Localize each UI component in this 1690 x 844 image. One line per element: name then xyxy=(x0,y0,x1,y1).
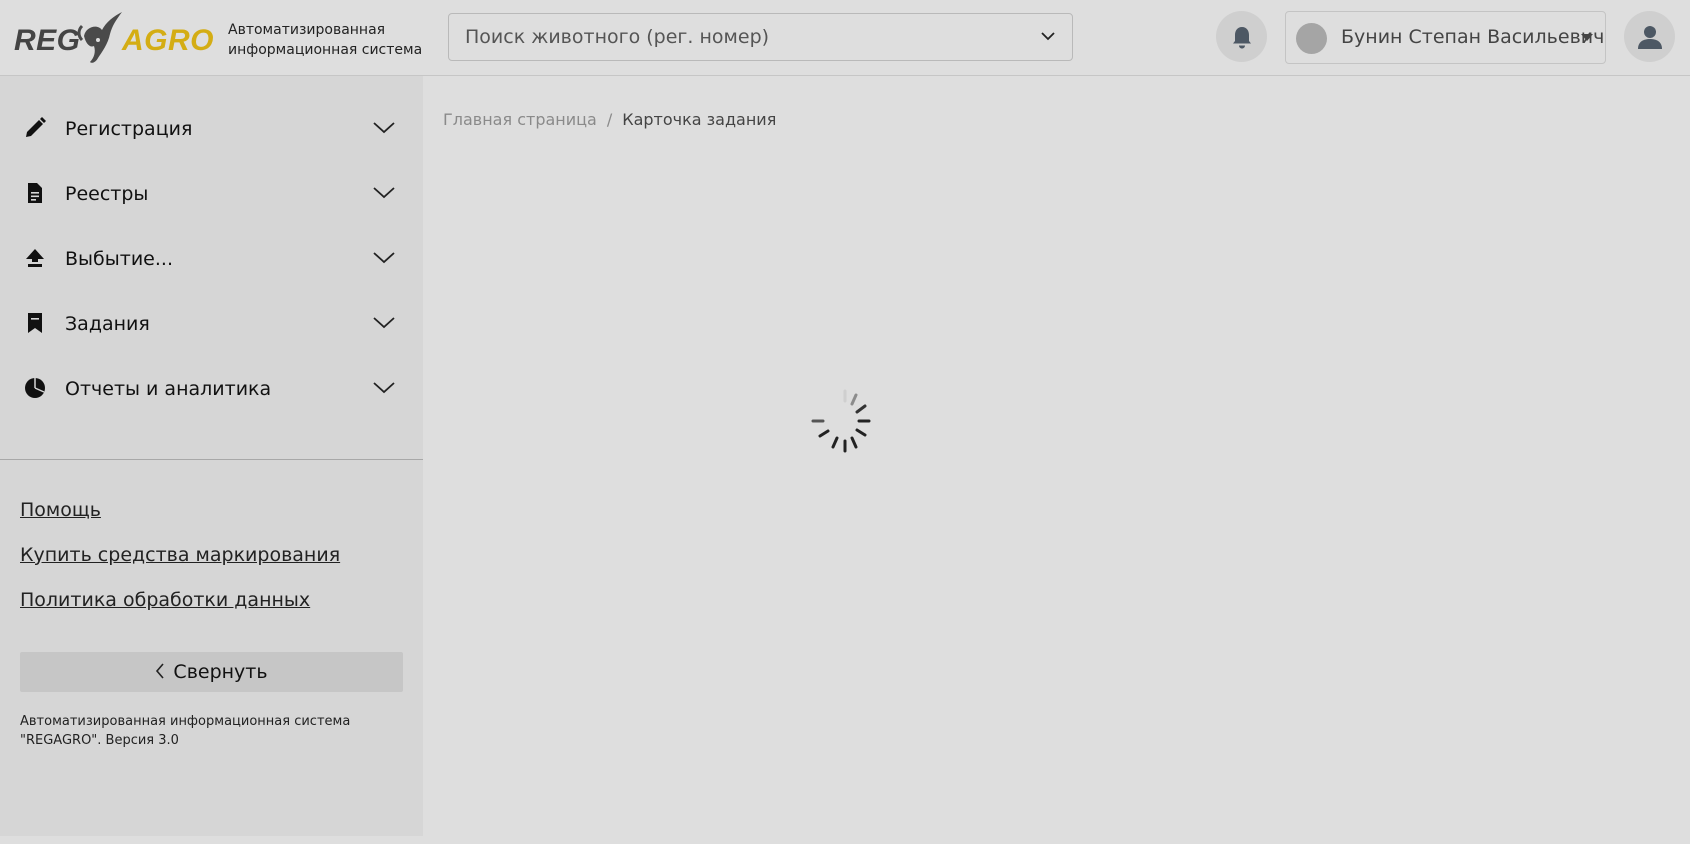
subtitle-line-2: информационная система xyxy=(228,42,423,58)
chevron-left-icon xyxy=(156,663,165,679)
caret-down-icon xyxy=(1581,34,1593,41)
sidebar-item-registries[interactable]: Реестры xyxy=(0,162,423,227)
search-placeholder: Поиск животного (рег. номер) xyxy=(465,26,770,48)
bell-icon xyxy=(1232,26,1251,48)
sidebar-item-label: Отчеты и аналитика xyxy=(65,378,272,400)
sidebar-item-label: Реестры xyxy=(65,183,149,205)
breadcrumb-separator: / xyxy=(606,110,613,129)
subtitle-line-1: Автоматизированная xyxy=(228,22,386,38)
chevron-down-icon xyxy=(373,122,395,134)
user-name: Бунин Степан Васильевич xyxy=(1341,26,1605,48)
footer-line-1: Автоматизированная информационная систем… xyxy=(20,714,351,729)
sidebar-item-label: Задания xyxy=(65,313,150,335)
animal-search-select[interactable]: Поиск животного (рег. номер) xyxy=(448,13,1073,61)
sidebar: Регистрация Реестры Выбытие... Задания О… xyxy=(0,76,423,836)
document-icon xyxy=(28,183,42,203)
sidebar-item-reports[interactable]: Отчеты и аналитика xyxy=(0,357,423,422)
buy-marking-link[interactable]: Купить средства маркирования xyxy=(20,544,340,566)
upload-arrow-icon xyxy=(26,249,44,267)
user-icon xyxy=(1637,25,1662,49)
user-menu-dropdown[interactable]: Бунин Степан Васильевич xyxy=(1285,11,1606,64)
header: REG AGRO Автоматизированная информационн… xyxy=(0,0,1690,76)
loading-spinner-icon xyxy=(811,389,871,453)
pie-chart-icon xyxy=(25,378,45,398)
collapse-label: Свернуть xyxy=(173,661,268,683)
breadcrumb-home-link[interactable]: Главная страница xyxy=(443,110,597,129)
app-version-text: Автоматизированная информационная систем… xyxy=(20,712,400,750)
logo-text-reg: REG xyxy=(14,24,81,57)
profile-button[interactable] xyxy=(1624,11,1675,62)
sidebar-item-tasks[interactable]: Задания xyxy=(0,292,423,357)
chevron-down-icon xyxy=(373,252,395,264)
breadcrumb: Главная страница / Карточка задания xyxy=(443,110,776,129)
app-subtitle: Автоматизированная информационная систем… xyxy=(228,20,422,60)
pencil-icon xyxy=(26,117,46,137)
data-policy-link[interactable]: Политика обработки данных xyxy=(20,589,310,611)
sidebar-item-disposal[interactable]: Выбытие... xyxy=(0,227,423,292)
bookmark-icon xyxy=(28,313,42,333)
notifications-button[interactable] xyxy=(1216,11,1267,62)
bull-logo-icon xyxy=(77,12,122,63)
logo-text-agro: AGRO xyxy=(122,24,214,57)
regagro-logo[interactable]: REG AGRO xyxy=(14,6,214,66)
chevron-down-icon xyxy=(373,317,395,329)
breadcrumb-current: Карточка задания xyxy=(622,110,777,129)
sidebar-item-registration[interactable]: Регистрация xyxy=(0,97,423,162)
footer-line-2: "REGAGRO". Версия 3.0 xyxy=(20,733,179,748)
user-avatar xyxy=(1296,23,1327,54)
chevron-down-icon xyxy=(373,187,395,199)
chevron-down-icon xyxy=(1041,32,1055,41)
help-link[interactable]: Помощь xyxy=(20,499,101,521)
sidebar-divider xyxy=(0,459,423,460)
collapse-sidebar-button[interactable]: Свернуть xyxy=(20,652,403,692)
sidebar-item-label: Выбытие... xyxy=(65,248,173,270)
sidebar-item-label: Регистрация xyxy=(65,118,193,140)
chevron-down-icon xyxy=(373,382,395,394)
